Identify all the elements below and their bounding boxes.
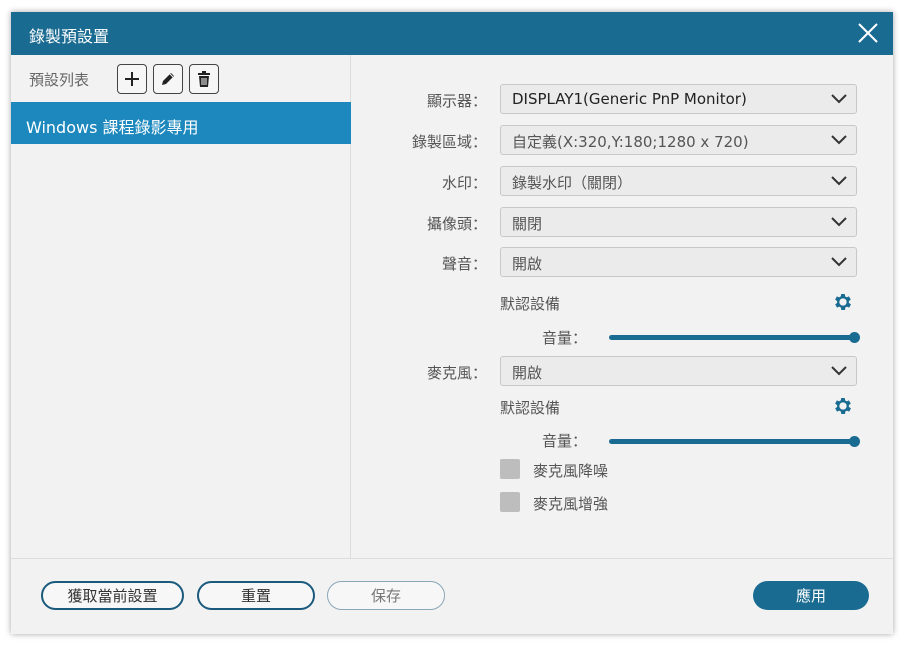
- preset-item-label: Windows 課程錄影專用: [26, 118, 199, 137]
- delete-preset-button[interactable]: [189, 64, 219, 94]
- save-button[interactable]: 保存: [327, 581, 445, 610]
- recording-preset-dialog: 錄製預設置 預設列表 Windows 課程錄影專用 顯示器： DISPLAY1(…: [11, 12, 893, 634]
- trash-icon: [198, 71, 210, 87]
- chevron-down-icon: [831, 257, 847, 267]
- dialog-title: 錄製預設置: [29, 27, 110, 46]
- preset-list-item[interactable]: Windows 課程錄影專用: [11, 102, 351, 144]
- reset-button[interactable]: 重置: [197, 581, 315, 610]
- reset-label: 重置: [240, 587, 271, 605]
- region-select[interactable]: 自定義(X:320,Y:180;1280 x 720): [500, 125, 857, 155]
- add-preset-button[interactable]: [117, 64, 147, 94]
- close-button[interactable]: [855, 20, 881, 46]
- slider-track: [609, 439, 855, 444]
- watermark-label: 水印：: [441, 174, 487, 192]
- chevron-down-icon: [831, 366, 847, 376]
- title-bar: 錄製預設置: [11, 12, 893, 55]
- pencil-icon: [162, 73, 174, 85]
- sound-value: 開啟: [512, 255, 543, 273]
- edit-preset-button[interactable]: [153, 64, 183, 94]
- display-value: DISPLAY1(Generic PnP Monitor): [512, 90, 747, 108]
- camera-value: 關閉: [512, 215, 543, 233]
- mic-enhance-label: 麥克風增強: [533, 495, 609, 513]
- region-label: 錄製區域：: [411, 133, 487, 151]
- camera-select[interactable]: 關閉: [500, 207, 857, 237]
- slider-thumb[interactable]: [849, 332, 860, 343]
- microphone-value: 開啟: [512, 364, 543, 382]
- microphone-device-label: 默認設備: [500, 399, 561, 417]
- microphone-label: 麥克風：: [426, 364, 487, 382]
- apply-label: 應用: [795, 587, 826, 605]
- display-label: 顯示器：: [426, 92, 487, 110]
- settings-panel: 顯示器： DISPLAY1(Generic PnP Monitor) 錄製區域：…: [352, 55, 893, 558]
- preset-list-panel: 預設列表 Windows 課程錄影專用: [11, 55, 351, 558]
- sound-volume-slider[interactable]: [609, 332, 860, 343]
- chevron-down-icon: [831, 135, 847, 145]
- noise-reduction-checkbox[interactable]: [500, 459, 520, 479]
- watermark-select[interactable]: 錄製水印（關閉）: [500, 166, 857, 196]
- gear-icon[interactable]: [832, 291, 854, 313]
- plus-icon: [125, 72, 139, 86]
- watermark-value: 錄製水印（關閉）: [512, 174, 633, 192]
- close-icon: [858, 23, 878, 43]
- microphone-volume-label: 音量：: [542, 432, 588, 450]
- sound-select[interactable]: 開啟: [500, 247, 857, 277]
- chevron-down-icon: [831, 217, 847, 227]
- dialog-footer: 獲取當前設置 重置 保存 應用: [11, 558, 893, 634]
- microphone-volume-slider[interactable]: [609, 436, 860, 447]
- gear-icon[interactable]: [832, 395, 854, 417]
- slider-track: [609, 335, 855, 340]
- chevron-down-icon: [831, 94, 847, 104]
- apply-button[interactable]: 應用: [753, 581, 869, 610]
- region-value: 自定義(X:320,Y:180;1280 x 720): [512, 133, 749, 151]
- preset-list-label: 預設列表: [29, 71, 90, 89]
- sound-volume-label: 音量：: [542, 329, 588, 347]
- get-current-settings-button[interactable]: 獲取當前設置: [41, 581, 184, 610]
- sound-label: 聲音：: [441, 255, 487, 273]
- slider-thumb[interactable]: [849, 436, 860, 447]
- display-select[interactable]: DISPLAY1(Generic PnP Monitor): [500, 84, 857, 114]
- get-current-settings-label: 獲取當前設置: [67, 587, 158, 605]
- noise-reduction-label: 麥克風降噪: [533, 462, 609, 480]
- chevron-down-icon: [831, 176, 847, 186]
- save-label: 保存: [370, 587, 401, 605]
- camera-label: 攝像頭：: [426, 215, 487, 233]
- microphone-select[interactable]: 開啟: [500, 356, 857, 386]
- mic-enhance-checkbox[interactable]: [500, 492, 520, 512]
- sound-device-label: 默認設備: [500, 295, 561, 313]
